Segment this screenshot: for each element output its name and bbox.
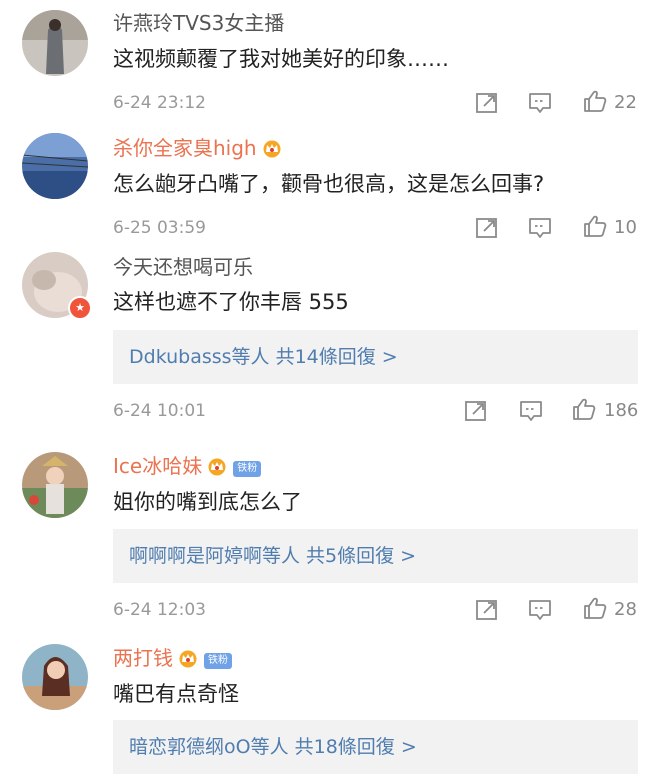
share-icon[interactable] (474, 216, 500, 240)
share-icon[interactable] (474, 598, 500, 622)
comment-timestamp: 6-24 10:01 (113, 401, 206, 421)
comment-icon[interactable] (518, 399, 544, 423)
comment-text: 这样也遮不了你丰唇 555 (113, 290, 349, 314)
comment-username[interactable]: 许燕玲TVS3女主播 (113, 10, 284, 36)
avatar[interactable] (22, 133, 88, 199)
thumbs-up-icon[interactable] (571, 397, 597, 421)
comment-text: 姐你的嘴到底怎么了 (113, 490, 302, 514)
comment-timestamp: 6-24 23:12 (113, 93, 206, 113)
like-count: 28 (614, 599, 637, 620)
thumbs-up-icon[interactable] (582, 596, 608, 620)
thumbs-up-icon[interactable] (582, 214, 608, 238)
avatar[interactable] (22, 10, 88, 76)
comment-text: 这视频颠覆了我对她美好的印象…… (113, 47, 449, 71)
crown-icon (177, 648, 199, 668)
comment-text: 嘴巴有点奇怪 (113, 682, 239, 706)
comment-icon[interactable] (527, 216, 553, 240)
like-count: 22 (614, 92, 637, 113)
replies-summary-link[interactable]: 暗恋郭德纲oO等人 共18條回復 > (113, 720, 638, 774)
comment-text: 怎么龅牙凸嘴了，颧骨也很高，这是怎么回事? (113, 172, 545, 196)
comment-username[interactable]: Ice冰哈妹 铁粉 (113, 453, 262, 479)
share-icon[interactable] (474, 91, 500, 115)
like-count: 186 (604, 400, 639, 421)
comment-username[interactable]: 今天还想喝可乐 (113, 254, 253, 280)
share-icon[interactable] (463, 399, 489, 423)
like-count: 10 (614, 217, 637, 238)
fan-badge: 铁粉 (204, 653, 232, 669)
avatar[interactable] (22, 644, 88, 710)
comment-username[interactable]: 两打钱 铁粉 (113, 645, 232, 671)
comment-icon[interactable] (527, 91, 553, 115)
replies-summary-link[interactable]: 啊啊啊是阿婷啊等人 共5條回復 > (113, 529, 638, 583)
comment-timestamp: 6-24 12:03 (113, 600, 206, 620)
comment-username[interactable]: 杀你全家臭high (113, 135, 283, 161)
crown-icon (261, 138, 283, 158)
thumbs-up-icon[interactable] (582, 89, 608, 113)
crown-icon (206, 456, 228, 476)
replies-summary-link[interactable]: Ddkubasss等人 共14條回復 > (113, 330, 638, 384)
avatar[interactable] (22, 452, 88, 518)
comment-timestamp: 6-25 03:59 (113, 218, 206, 238)
fan-badge: 铁粉 (233, 461, 262, 477)
verified-icon: ★ (68, 296, 92, 320)
comment-icon[interactable] (527, 598, 553, 622)
